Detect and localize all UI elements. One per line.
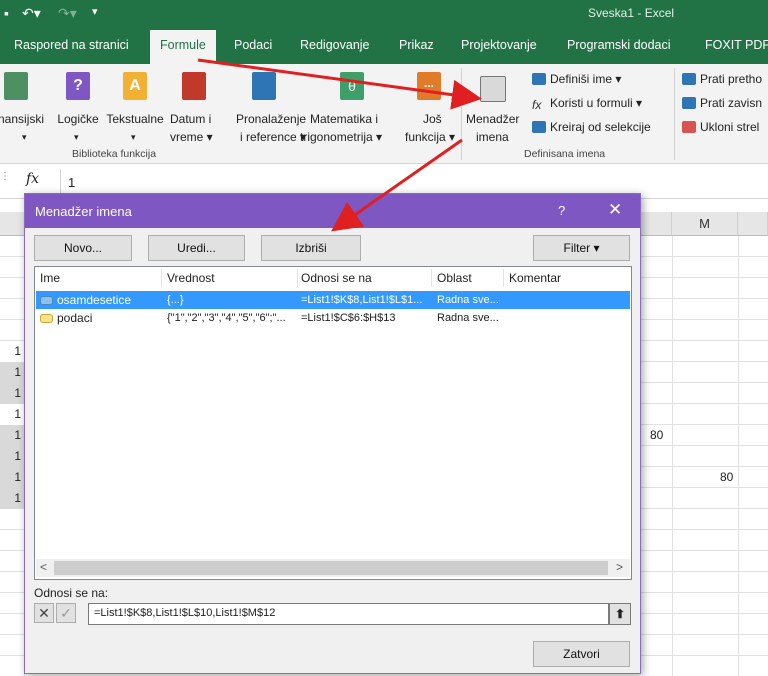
- arrow-to-delete-button: [331, 138, 463, 232]
- arrow-to-name-manager: [197, 58, 482, 110]
- annotation-arrows: [197, 58, 482, 232]
